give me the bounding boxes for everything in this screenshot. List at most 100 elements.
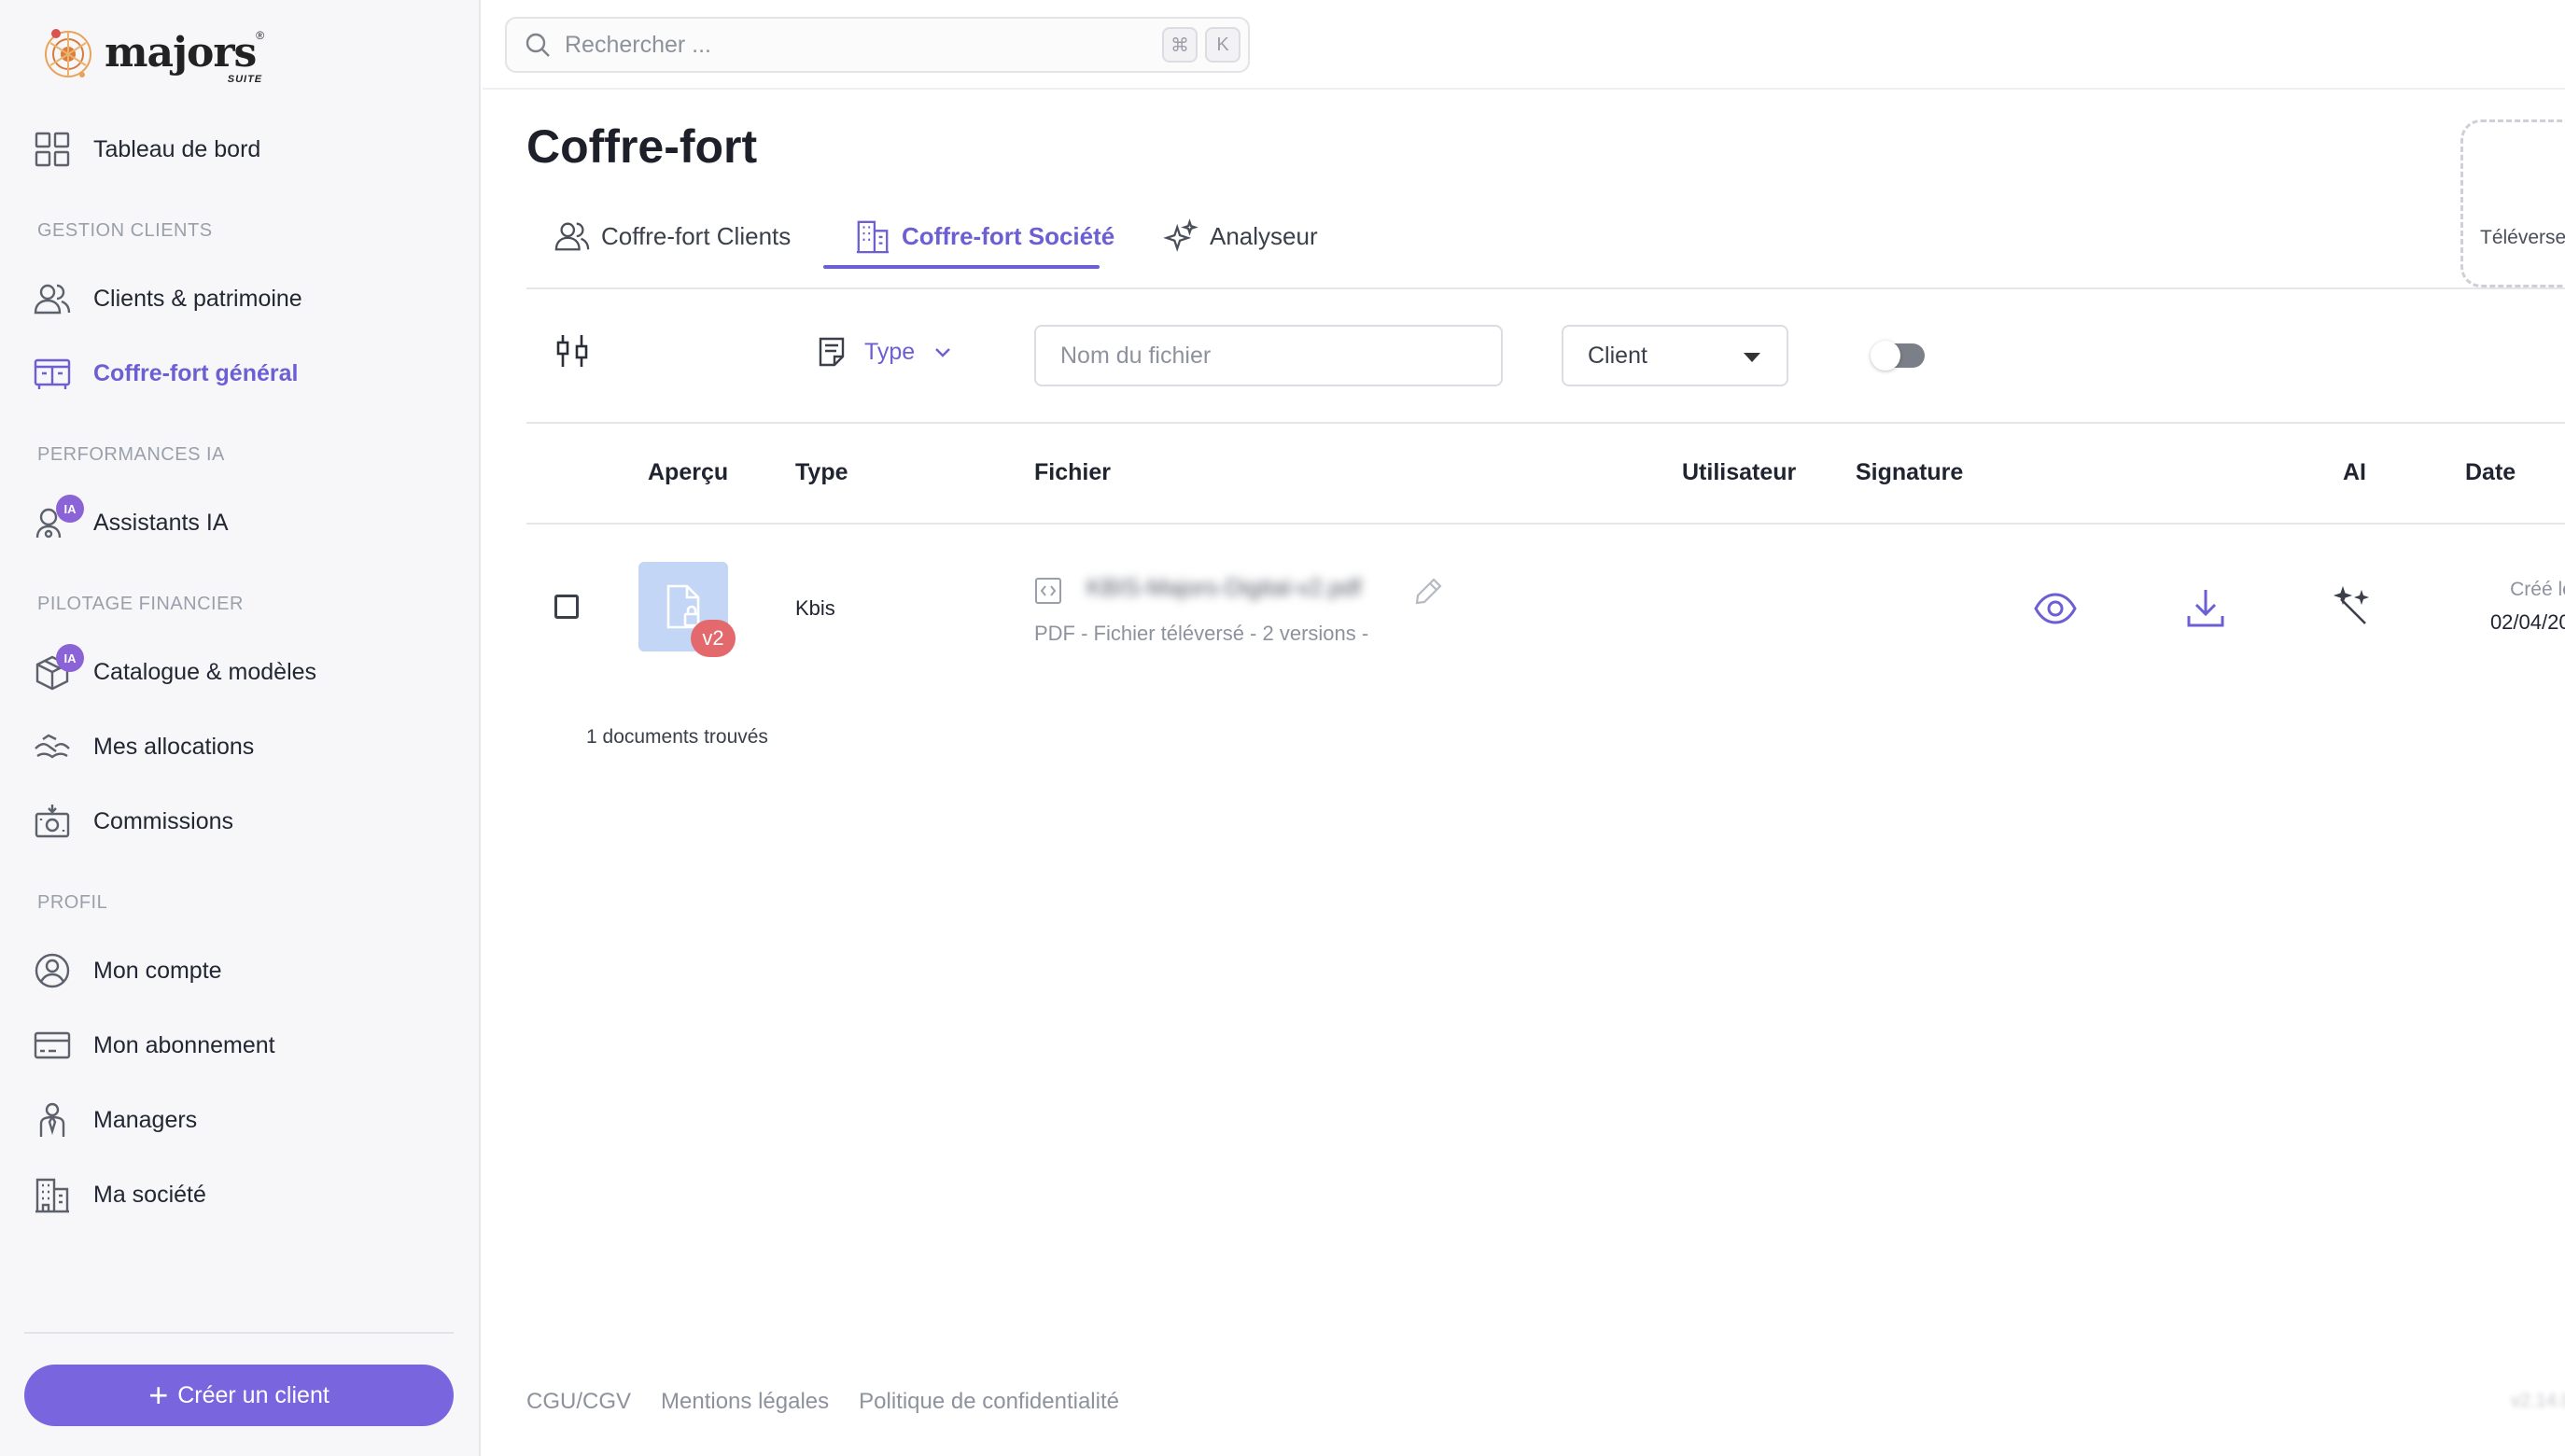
users-icon — [34, 280, 71, 317]
column-header: Utilisateur — [1682, 459, 1797, 485]
footer-link-terms[interactable]: CGU/CGV — [526, 1389, 631, 1415]
create-client-button[interactable]: + Créer un client — [24, 1365, 454, 1426]
column-header: Fichier — [1034, 459, 1111, 485]
sidebar-item-managers[interactable]: Managers — [34, 1092, 454, 1148]
sidebar-item-label: Ma société — [93, 1181, 206, 1208]
column-header: Aperçu — [648, 459, 729, 485]
created-date: 02/04/2026 — [2489, 610, 2565, 634]
code-file-icon — [1035, 578, 1061, 604]
file-name[interactable]: KBIS-Majors-Digital-v2.pdf — [1086, 575, 1362, 602]
filter-bar: Type Client — [526, 289, 2565, 424]
tab-company-vault[interactable]: Coffre-fort Société — [855, 203, 1114, 269]
section-title: PROFIL — [37, 892, 108, 913]
sidebar-item-commissions[interactable]: Commissions — [34, 793, 454, 849]
table-header: Aperçu Type Fichier Utilisateur Signatur… — [526, 424, 2565, 525]
sidebar: majors® SUITE Tableau de bord GESTION CL… — [0, 0, 481, 1456]
tab-label: Analyseur — [1210, 221, 1318, 250]
logo-mark-icon — [45, 29, 91, 77]
app-version: v2.14.0 — [2511, 1391, 2565, 1411]
footer-link-legal[interactable]: Mentions légales — [661, 1389, 829, 1415]
manager-icon — [34, 1101, 71, 1139]
search-icon — [526, 33, 550, 57]
sidebar-item-catalogue[interactable]: IA Catalogue & modèles — [34, 644, 454, 700]
assistant-icon: IA — [34, 495, 84, 541]
tab-analyzer[interactable]: Analyseur — [1163, 203, 1318, 269]
ia-badge: IA — [56, 495, 84, 523]
version-badge: v2 — [691, 620, 736, 657]
column-header: Type — [795, 459, 848, 485]
date-label: Créé le — [2510, 579, 2565, 600]
tab-label: Coffre-fort Clients — [601, 221, 792, 250]
search-placeholder: Rechercher ... — [565, 31, 712, 58]
column-header: AI — [2343, 459, 2366, 485]
document-type: Kbis — [795, 596, 835, 620]
brand-name: majors — [105, 28, 257, 77]
sidebar-item-assistants[interactable]: IA Assistants IA — [34, 495, 454, 551]
eye-icon[interactable] — [2033, 586, 2078, 631]
magic-wand-icon[interactable] — [2330, 586, 2375, 631]
type-filter-label: Type — [864, 338, 916, 365]
command-key: ⌘ — [1162, 27, 1198, 63]
commission-icon — [34, 803, 71, 840]
download-icon[interactable] — [2183, 586, 2228, 631]
document-icon — [819, 337, 845, 367]
building-icon — [34, 1176, 71, 1213]
sidebar-item-label: Catalogue & modèles — [93, 658, 317, 685]
sidebar-item-label: Mon abonnement — [93, 1031, 275, 1058]
sidebar-item-label: Managers — [93, 1106, 198, 1133]
users-icon — [554, 222, 590, 251]
page-title: Coffre-fort — [526, 120, 758, 173]
sidebar-item-vault[interactable]: Coffre-fort général — [34, 345, 454, 401]
sidebar-item-company[interactable]: Ma société — [34, 1167, 454, 1223]
chevron-down-icon — [935, 348, 951, 357]
file-meta: PDF - Fichier téléversé - 2 versions - — [1034, 622, 1369, 645]
footer-link-privacy[interactable]: Politique de confidentialité — [859, 1389, 1119, 1415]
search-input[interactable]: Rechercher ... ⌘ K — [505, 17, 1250, 73]
sidebar-item-label: Mon compte — [93, 957, 222, 984]
caret-down-icon — [1744, 353, 1760, 362]
tab-label: Coffre-fort Société — [902, 221, 1115, 250]
type-filter-dropdown[interactable]: Type — [816, 336, 954, 368]
building-icon — [856, 220, 890, 254]
brand-registered: ® — [256, 28, 265, 42]
sidebar-item-label: Commissions — [93, 807, 234, 834]
tab-clients-vault[interactable]: Coffre-fort Clients — [554, 203, 791, 269]
ia-badge: IA — [56, 644, 84, 672]
user-circle-icon — [34, 952, 71, 989]
sidebar-divider — [24, 1332, 454, 1334]
locked-file-icon — [666, 584, 700, 629]
table-row: v2 Kbis KBIS-Majors-Digital-v2.pdf PDF -… — [526, 525, 2565, 693]
filter-toggle[interactable] — [1871, 341, 1925, 371]
plus-icon: + — [148, 1376, 169, 1414]
edit-pencil-icon[interactable] — [1413, 575, 1445, 607]
toggle-knob — [1871, 341, 1900, 371]
sidebar-item-dashboard[interactable]: Tableau de bord — [34, 121, 454, 177]
sidebar-item-label: Assistants IA — [93, 509, 229, 536]
sparkles-icon — [1163, 218, 1198, 252]
brand-suffix: SUITE — [227, 73, 263, 85]
allocation-icon — [34, 728, 71, 765]
filename-search-input[interactable] — [1034, 325, 1503, 386]
sidebar-item-allocations[interactable]: Mes allocations — [34, 719, 454, 775]
active-tab-indicator — [823, 265, 1100, 269]
sidebar-item-clients[interactable]: Clients & patrimoine — [34, 271, 454, 327]
sidebar-item-label: Mes allocations — [93, 733, 255, 760]
vault-tabs: Coffre-fort Clients Coffre-fort Société … — [526, 203, 2565, 289]
brand-logo[interactable]: majors® SUITE — [39, 21, 265, 85]
sidebar-item-subscription[interactable]: Mon abonnement — [34, 1017, 454, 1073]
sidebar-item-label: Clients & patrimoine — [93, 285, 302, 312]
k-key: K — [1205, 27, 1240, 63]
results-count: 1 documents trouvés — [586, 726, 768, 748]
grid-icon — [34, 131, 71, 168]
footer: CGU/CGV Mentions légales Politique de co… — [526, 1389, 1149, 1415]
row-checkbox[interactable] — [554, 595, 579, 619]
filter-settings-icon[interactable] — [553, 331, 592, 371]
top-bar: Rechercher ... ⌘ K — [483, 0, 2565, 90]
column-header: Date — [2465, 459, 2516, 485]
create-client-label: Créer un client — [177, 1381, 329, 1408]
box-icon: IA — [34, 644, 84, 691]
sidebar-item-account[interactable]: Mon compte — [34, 943, 454, 999]
client-select[interactable]: Client — [1562, 325, 1788, 386]
client-select-value: Client — [1588, 342, 1647, 369]
section-title: PILOTAGE FINANCIER — [37, 594, 244, 614]
